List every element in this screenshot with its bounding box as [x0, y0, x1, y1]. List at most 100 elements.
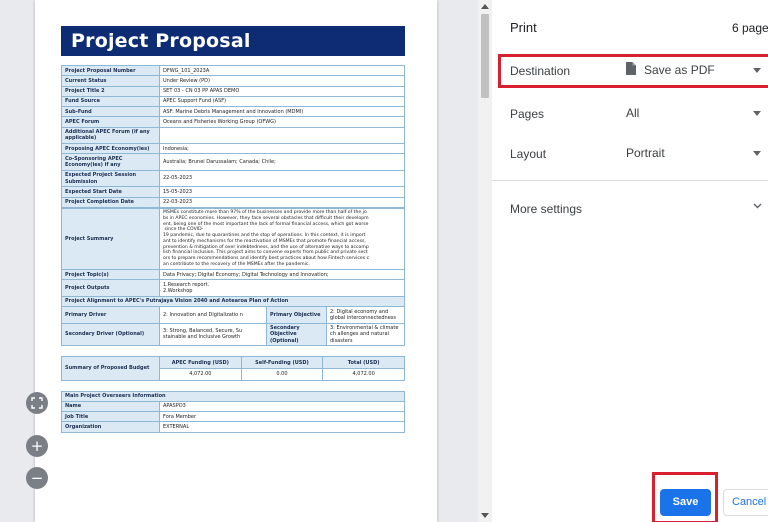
table-row: Project Summary MSMEs constitute more th… — [61, 207, 405, 271]
row-label: Secondary Objective (Optional) — [266, 322, 327, 347]
table-row: Additional APEC Forum (if any applicable… — [61, 126, 405, 144]
row-value: 3: Environmental & climate ch allenges a… — [326, 322, 405, 347]
destination-label: Destination — [510, 64, 571, 78]
destination-select[interactable]: Save as PDF — [644, 63, 715, 77]
scrollbar-thumb[interactable] — [481, 14, 489, 98]
table-row: Proposing APEC Economy(ies) Indonesia; — [61, 142, 405, 155]
row-value: 22-05-2023 — [159, 169, 405, 188]
table-row: Fund Source APEC Support Fund (ASF) — [61, 95, 405, 108]
preview-page: Project Proposal Project Proposal Number… — [35, 0, 437, 522]
table-row: Project Topic(s) Data Privacy; Digital E… — [61, 269, 405, 281]
budget-value: 4,072.00 — [159, 367, 242, 381]
row-value: Oceans and Fisheries Working Group (OFWG… — [159, 116, 405, 128]
divider — [492, 180, 768, 181]
row-label: Co-Sponsoring APEC Economy(ies) if any — [61, 153, 160, 171]
table-row: Current Status Under Review (PD) — [61, 75, 405, 87]
row-label: Proposing APEC Economy(ies) — [61, 142, 160, 155]
row-label: Expected Project Session Submission — [61, 169, 160, 188]
fit-to-page-button[interactable] — [26, 392, 48, 414]
budget-label: Summary of Proposed Budget — [61, 356, 160, 381]
row-label: Current Status — [61, 75, 160, 87]
document-title: Project Proposal — [61, 26, 405, 56]
table-row: Expected Start Date 15-05-2023 — [61, 186, 405, 198]
row-value: 2: Digital economy and global interconne… — [326, 306, 405, 324]
scroll-down-icon[interactable] — [481, 513, 489, 518]
document-content: Project Proposal Project Proposal Number… — [61, 26, 405, 433]
summary-line: ant to identify mechanisms for the react… — [163, 238, 366, 244]
chevron-down-icon[interactable] — [753, 68, 761, 73]
row-value: Under Review (PD) — [159, 75, 405, 87]
table-row: Project Proposal Number DFWG_101_2023A — [61, 64, 405, 77]
print-preview-area: Project Proposal Project Proposal Number… — [0, 0, 478, 522]
row-value: SET 03 - CN 03 PP APAS DEMO — [159, 85, 405, 97]
summary-line: an contribute to the recovery of the MSM… — [163, 261, 310, 267]
print-title: Print — [510, 20, 537, 35]
table-row: Job Title Fora Member — [61, 411, 405, 423]
row-value: 22-03-2023 — [159, 196, 405, 208]
table-row: Main Project Overseers Information — [61, 390, 405, 402]
row-label: Project Summary — [61, 207, 160, 271]
budget-header: Self-Funding (USD) — [240, 356, 324, 369]
overseer-table: Main Project Overseers Information Name … — [61, 390, 405, 433]
row-label: Project Outputs — [61, 279, 160, 297]
row-label: Secondary Driver (Optional) — [61, 322, 160, 347]
chevron-down-icon[interactable] — [753, 151, 761, 156]
row-label: Organization — [61, 421, 160, 433]
zoom-in-button[interactable]: + — [26, 435, 48, 457]
row-value: APASPO3 — [159, 400, 405, 413]
row-label: Project Topic(s) — [61, 269, 160, 281]
table-row: Primary Driver 2: Innovation and Digital… — [61, 306, 405, 324]
proposal-summary-table: Project Summary MSMEs constitute more th… — [61, 207, 405, 347]
budget-value: 0.00 — [240, 367, 324, 381]
save-button[interactable]: Save — [660, 489, 711, 516]
row-label: Fund Source — [61, 95, 160, 108]
row-label: Job Title — [61, 411, 160, 423]
table-row: Secondary Driver (Optional) 3: Strong, B… — [61, 322, 405, 347]
zoom-out-button[interactable]: − — [26, 467, 48, 489]
row-value: 3: Strong, Balanced, Secure, Su stainabl… — [159, 322, 267, 347]
chevron-down-icon[interactable] — [753, 111, 761, 116]
fit-to-page-icon — [31, 397, 43, 409]
row-label: Project Title 2 — [61, 85, 160, 97]
budget-value: 4,072.00 — [322, 367, 405, 381]
cancel-button[interactable]: Cancel — [723, 489, 768, 516]
layout-label: Layout — [510, 147, 547, 161]
scroll-up-icon[interactable] — [481, 4, 489, 9]
row-value: Australia; Brunei Darussalam; Canada; Ch… — [159, 153, 405, 171]
summary-line: bs in APEC economies. However, they face… — [163, 215, 369, 221]
row-label: Name — [61, 400, 160, 413]
proposal-details-table: Project Proposal Number DFWG_101_2023A Cur… — [61, 64, 405, 208]
row-label: Expected Start Date — [61, 186, 160, 198]
chevron-down-icon[interactable] — [753, 203, 762, 209]
row-value: 2: Innovation and Digitalizatio n — [159, 306, 267, 324]
document-icon — [626, 62, 636, 75]
table-row: Project Outputs 1.Research report. 2.Wor… — [61, 279, 405, 297]
layout-select[interactable]: Portrait — [626, 146, 665, 160]
overseer-header: Main Project Overseers Information — [61, 390, 405, 402]
pages-select[interactable]: All — [626, 106, 639, 120]
row-label: Sub-Fund — [61, 105, 160, 118]
table-row: Organization EXTERNAL — [61, 421, 405, 433]
table-row: Project Alignment to APEC's Putrajaya Vi… — [61, 295, 405, 308]
table-row: APEC Forum Oceans and Fisheries Working G… — [61, 116, 405, 128]
more-settings-toggle[interactable]: More settings — [510, 202, 582, 216]
summary-line: ors to prepare recommendations and ident… — [163, 256, 370, 262]
table-row: Expected Project Session Submission 22-05… — [61, 169, 405, 188]
table-row: Sub-Fund ASF: Marine Debris Management an… — [61, 105, 405, 118]
print-settings-panel: Print 6 pages Destination Save as PDF Pa… — [492, 0, 768, 522]
alignment-header: Project Alignment to APEC's Putrajaya Vi… — [61, 295, 405, 308]
row-value: APEC Support Fund (ASF) — [159, 95, 405, 108]
row-value: 15-05-2023 — [159, 186, 405, 198]
row-value: 1.Research report. 2.Workshop — [159, 279, 405, 297]
budget-table: Summary of Proposed Budget APEC Funding … — [61, 356, 405, 381]
row-value: Indonesia; — [159, 142, 405, 155]
table-row: Project Completion Date 22-03-2023 — [61, 196, 405, 208]
row-value: Fora Member — [159, 411, 405, 423]
preview-scrollbar[interactable] — [478, 0, 492, 522]
row-label: Primary Objective — [266, 306, 327, 324]
budget-header: APEC Funding (USD) — [159, 356, 242, 369]
row-value: ASF: Marine Debris Management and Innova… — [159, 105, 405, 118]
output-line: 2.Workshop — [163, 288, 193, 295]
table-row: Project Title 2 SET 03 - CN 03 PP APAS DE… — [61, 85, 405, 97]
row-value — [159, 126, 405, 144]
